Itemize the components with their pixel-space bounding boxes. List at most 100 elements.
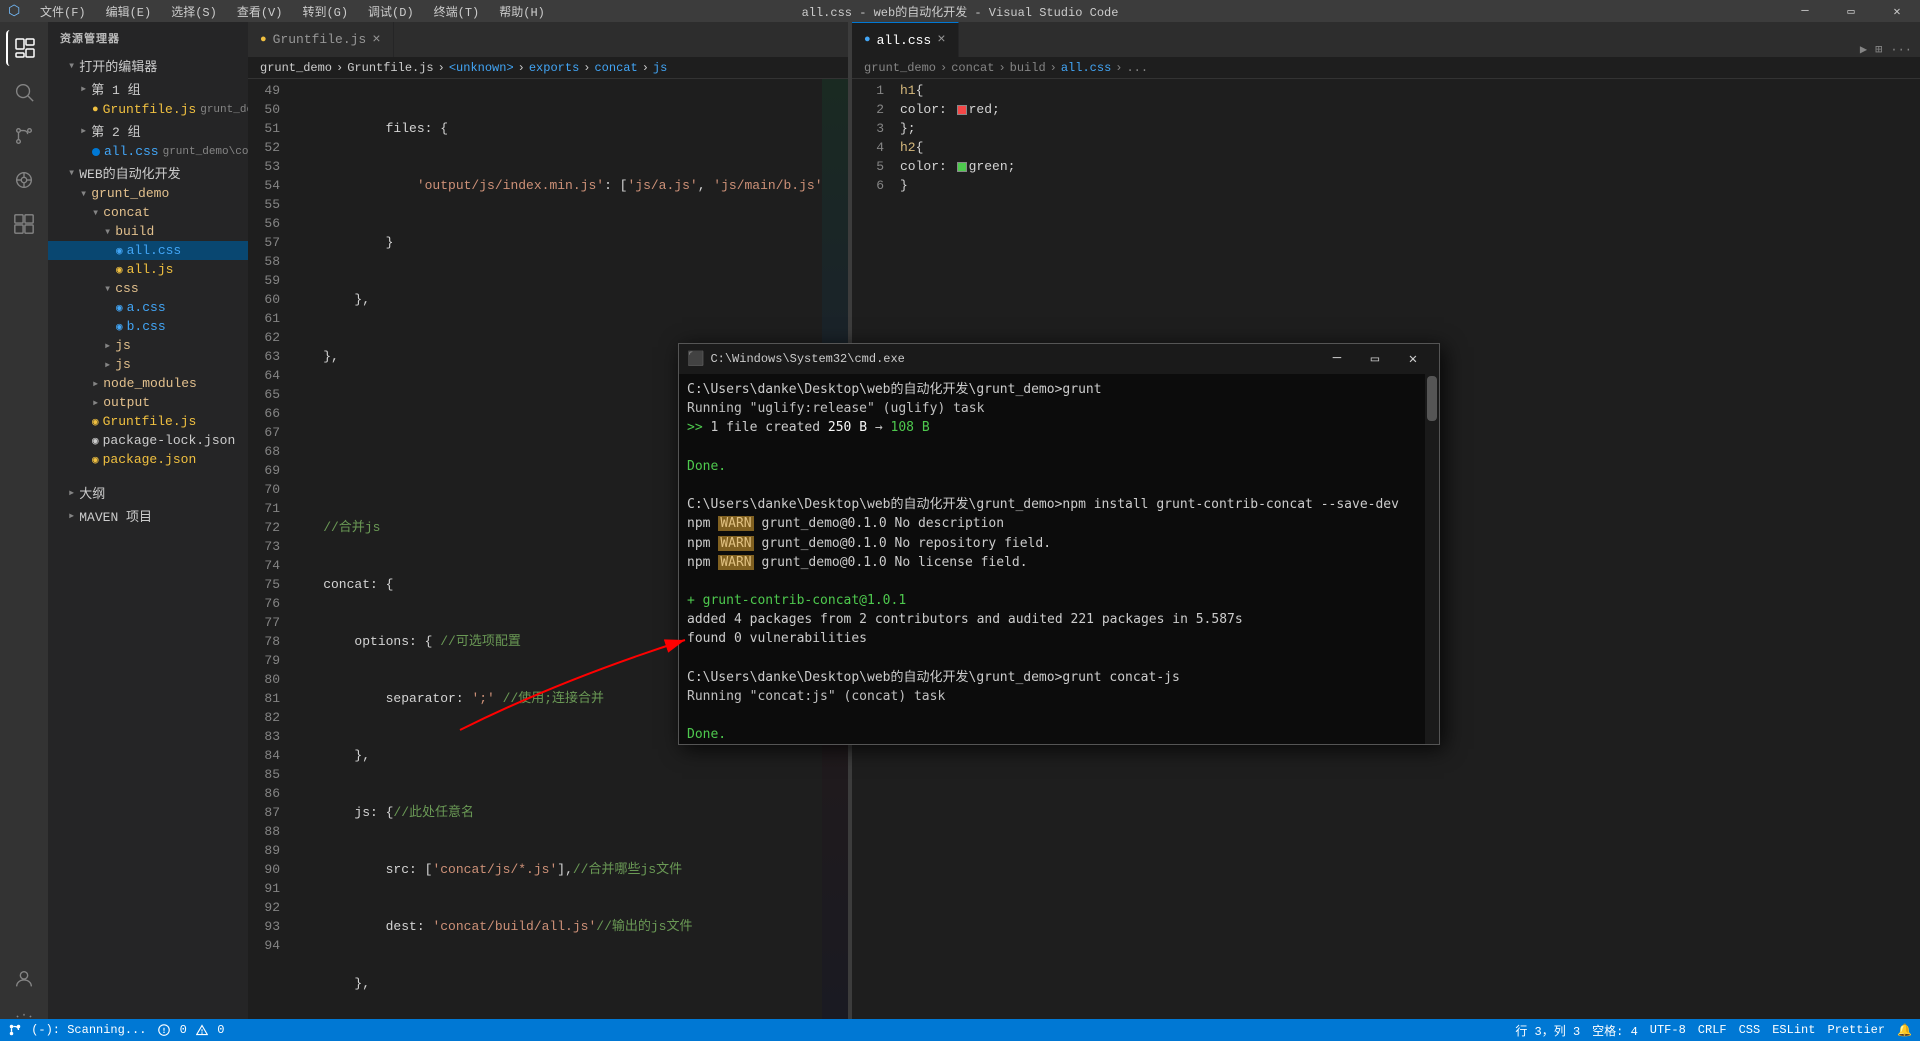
status-eslint[interactable]: ESLint — [1772, 1023, 1815, 1037]
minimize-button[interactable]: ─ — [1782, 0, 1828, 22]
breadcrumb-exports: exports — [529, 61, 579, 75]
sidebar-item-allcss[interactable]: ◉ all.css — [48, 241, 248, 260]
activity-accounts[interactable] — [6, 961, 42, 997]
cmd-line-14: C:\Users\danke\Desktop\web的自动化开发\grunt_d… — [687, 669, 1431, 687]
status-encoding[interactable]: UTF-8 — [1650, 1023, 1686, 1037]
activity-explorer[interactable] — [6, 30, 42, 66]
status-error-count: 0 — [180, 1023, 187, 1037]
menu-select[interactable]: 选择(S) — [163, 3, 225, 20]
sidebar-group2[interactable]: ▸ 第 2 组 — [48, 119, 248, 142]
activity-extensions[interactable] — [6, 206, 42, 242]
sidebar-item-build[interactable]: ▾ build — [48, 222, 248, 241]
sidebar-outline-label: 大纲 — [79, 483, 105, 502]
sidebar-item-package-lock[interactable]: ◉ package-lock.json — [48, 431, 248, 450]
bc-dots: ... — [1126, 61, 1148, 75]
chevron-down-icon: ▾ — [80, 186, 87, 201]
more-actions-button[interactable]: ··· — [1890, 43, 1912, 57]
sidebar-group1[interactable]: ▸ 第 1 组 — [48, 77, 248, 100]
cmd-line-2: Running "uglify:release" (uglify) task — [687, 400, 1431, 418]
code-line-60: }, — [288, 746, 838, 765]
sidebar-item-js-folder[interactable]: ▸ js — [48, 336, 248, 355]
cmd-scrollbar[interactable] — [1425, 374, 1439, 744]
status-lineending[interactable]: CRLF — [1698, 1023, 1727, 1037]
menu-view[interactable]: 查看(V) — [229, 3, 291, 20]
status-spaces[interactable]: 空格: 4 — [1592, 1022, 1638, 1039]
status-errors[interactable]: 0 0 — [158, 1023, 224, 1037]
breadcrumb-sep2: › — [438, 61, 445, 75]
app-icon: ⬡ — [8, 3, 24, 19]
sidebar-item-node-modules[interactable]: ▸ node_modules — [48, 374, 248, 393]
menu-goto[interactable]: 转到(G) — [294, 3, 356, 20]
code-line-64: }, — [288, 974, 838, 993]
sidebar-item-acss[interactable]: ◉ a.css — [48, 298, 248, 317]
menu-debug[interactable]: 调试(D) — [360, 3, 422, 20]
sidebar-open-file-gruntfile[interactable]: ● Gruntfile.js grunt_demo — [48, 100, 248, 119]
cmd-minimize[interactable]: ─ — [1319, 344, 1355, 374]
sidebar-folder-css: css — [115, 281, 138, 296]
sidebar-item-css-folder[interactable]: ▾ css — [48, 279, 248, 298]
menu-bar: 文件(F) 编辑(E) 选择(S) 查看(V) 转到(G) 调试(D) 终端(T… — [32, 3, 553, 20]
cmd-maximize[interactable]: ▭ — [1357, 344, 1393, 374]
bc-sep2: › — [998, 61, 1005, 75]
sidebar-item-alljs[interactable]: ◉ all.js — [48, 260, 248, 279]
menu-edit[interactable]: 编辑(E) — [98, 3, 160, 20]
chevron-right-icon: ▸ — [104, 357, 111, 372]
breadcrumb-sep1: › — [336, 61, 343, 75]
color-swatch-green — [957, 162, 967, 172]
breadcrumb-concat: concat — [594, 61, 637, 75]
close-button[interactable]: ✕ — [1874, 0, 1920, 22]
run-button[interactable]: ▶ — [1860, 42, 1867, 57]
js-file-icon: ◉ — [92, 415, 99, 429]
sidebar-item-package-json[interactable]: ◉ package.json — [48, 450, 248, 469]
chevron-right-icon: ▸ — [68, 485, 75, 500]
bc-sep1: › — [940, 61, 947, 75]
activity-debug[interactable] — [6, 162, 42, 198]
status-line-col[interactable]: 行 3，列 3 — [1515, 1022, 1580, 1039]
json-file-icon: ◉ — [92, 434, 99, 448]
cmd-line-15: Running "concat:js" (concat) task — [687, 688, 1431, 706]
cmd-title: C:\Windows\System32\cmd.exe — [710, 352, 904, 366]
sidebar-item-bcss[interactable]: ◉ b.css — [48, 317, 248, 336]
sidebar-item-grunt-demo[interactable]: ▾ grunt_demo — [48, 184, 248, 203]
sidebar-open-file-allcss[interactable]: all.css grunt_demo\conc... — [48, 142, 248, 161]
tab-allcss-close[interactable]: × — [937, 32, 945, 48]
status-prettier[interactable]: Prettier — [1827, 1023, 1885, 1037]
breadcrumb-right: grunt_demo › concat › build › all.css › … — [852, 57, 1920, 79]
sidebar-item-js-folder2[interactable]: ▸ js — [48, 355, 248, 374]
cmd-body[interactable]: C:\Users\danke\Desktop\web的自动化开发\grunt_d… — [679, 374, 1439, 744]
sidebar-maven[interactable]: ▸ MAVEN 项目 — [48, 504, 248, 527]
sidebar-file-bcss: b.css — [127, 319, 166, 334]
css-line-6: } — [896, 176, 1920, 195]
tab-allcss[interactable]: ● all.css × — [852, 22, 959, 57]
cmd-window: ⬛ C:\Windows\System32\cmd.exe ─ ▭ ✕ C:\U… — [678, 343, 1440, 745]
sidebar-project-header[interactable]: ▾ WEB的自动化开发 — [48, 161, 248, 184]
menu-file[interactable]: 文件(F) — [32, 3, 94, 20]
status-branch-name: (-): Scanning... — [31, 1023, 146, 1037]
breadcrumb-unknown: <unknown> — [449, 61, 514, 75]
sidebar-open-editors-header[interactable]: ▾ 打开的编辑器 — [48, 54, 248, 77]
activity-git[interactable] — [6, 118, 42, 154]
sidebar-outline[interactable]: ▸ 大纲 — [48, 481, 248, 504]
chevron-right-icon: ▸ — [80, 81, 87, 96]
right-toolbar: ▶ ⊞ ··· — [1860, 42, 1920, 57]
sidebar-open-file-allcss-name: all.css — [104, 144, 159, 159]
sidebar-item-output[interactable]: ▸ output — [48, 393, 248, 412]
tab-gruntfile-close[interactable]: × — [372, 32, 380, 48]
css-line-5: color: green; — [896, 157, 1920, 176]
sidebar-item-gruntfile-js[interactable]: ◉ Gruntfile.js — [48, 412, 248, 431]
status-language[interactable]: CSS — [1739, 1023, 1761, 1037]
status-notification-bell[interactable]: 🔔 — [1897, 1023, 1912, 1038]
cmd-close[interactable]: ✕ — [1395, 344, 1431, 374]
menu-terminal[interactable]: 终端(T) — [426, 3, 488, 20]
sidebar-item-concat[interactable]: ▾ concat — [48, 203, 248, 222]
split-editor-button[interactable]: ⊞ — [1875, 42, 1882, 57]
cmd-line-3: >> 1 file created 250 B → 108 B — [687, 419, 1431, 437]
activity-search[interactable] — [6, 74, 42, 110]
status-branch[interactable]: (-): Scanning... — [8, 1023, 146, 1037]
bc-sep4: › — [1115, 61, 1122, 75]
js-file-icon: ◉ — [116, 263, 123, 277]
tab-gruntfile[interactable]: ● Gruntfile.js × — [248, 22, 394, 57]
menu-help[interactable]: 帮助(H) — [491, 3, 553, 20]
maximize-button[interactable]: ▭ — [1828, 0, 1874, 22]
sidebar-open-file-gruntfile-name: Gruntfile.js — [103, 102, 197, 117]
